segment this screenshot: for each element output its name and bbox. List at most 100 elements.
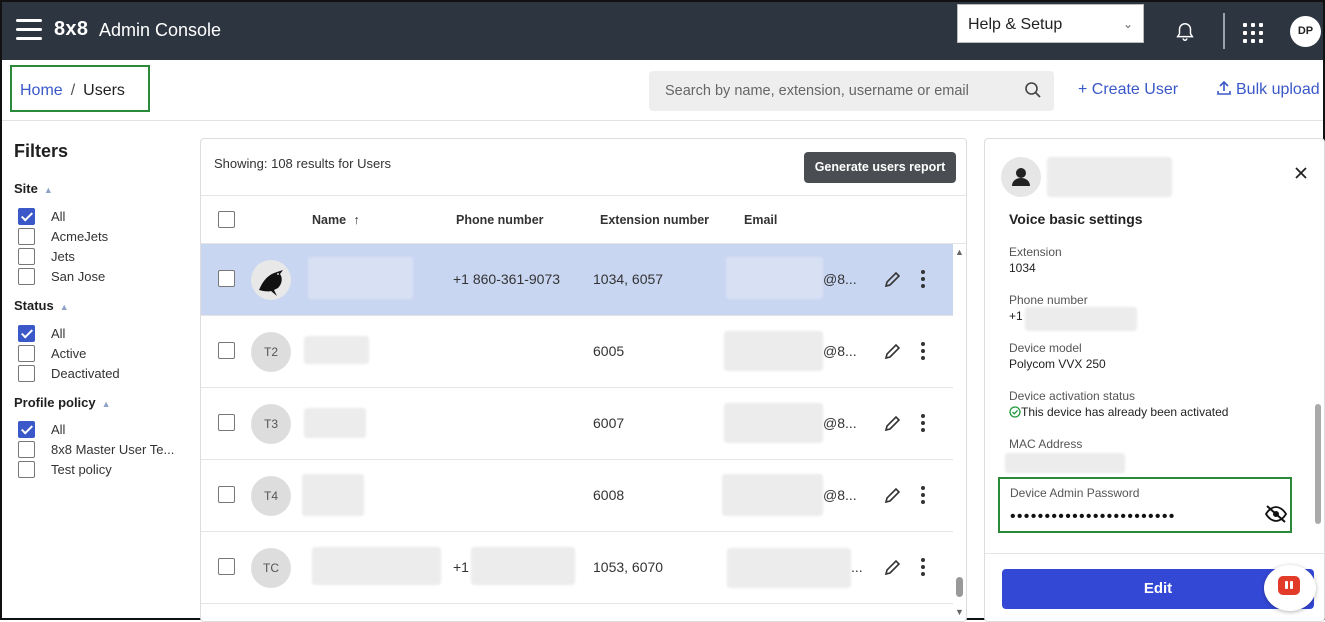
checkbox[interactable]: [18, 421, 35, 438]
filter-group-site[interactable]: Site ▲: [14, 181, 53, 196]
row-checkbox[interactable]: [218, 558, 235, 575]
users-table-card: Showing: 108 results for Users Generate …: [200, 138, 967, 622]
checkbox[interactable]: [18, 441, 35, 458]
edit-pencil-icon[interactable]: [883, 557, 903, 577]
breadcrumb-home-link[interactable]: Home: [20, 82, 63, 99]
more-options-icon[interactable]: [921, 558, 927, 576]
checkbox[interactable]: [18, 325, 35, 342]
blurred-mac-address: [1005, 453, 1125, 473]
chat-widget-icon[interactable]: [1264, 565, 1316, 611]
column-name[interactable]: Name ↑: [312, 213, 360, 227]
collapse-arrow-icon[interactable]: ▲: [60, 302, 69, 312]
filter-label: All: [51, 326, 66, 341]
row-checkbox[interactable]: [218, 270, 235, 287]
filter-label: All: [51, 422, 66, 437]
avatar: TC: [251, 548, 291, 588]
help-setup-dropdown[interactable]: Help & Setup ⌄: [957, 4, 1144, 43]
sort-arrow-icon[interactable]: ↑: [354, 213, 360, 227]
search-placeholder: Search by name, extension, username or e…: [665, 83, 969, 99]
extension-label: Extension: [1009, 245, 1062, 259]
search-icon[interactable]: [1024, 81, 1042, 99]
search-input[interactable]: Search by name, extension, username or e…: [649, 71, 1054, 111]
table-row[interactable]: T3 6007 @8...: [201, 388, 953, 460]
user-avatar[interactable]: DP: [1290, 16, 1321, 47]
column-phone[interactable]: Phone number: [456, 213, 544, 227]
email-suffix: @8...: [823, 271, 857, 287]
edit-pencil-icon[interactable]: [883, 341, 903, 361]
generate-report-button[interactable]: Generate users report: [804, 152, 956, 183]
hamburger-menu-icon[interactable]: [16, 19, 42, 40]
phone-number: +1: [453, 559, 469, 575]
filter-group-profile-policy[interactable]: Profile policy ▲: [14, 395, 111, 410]
more-options-icon[interactable]: [921, 342, 927, 360]
filter-label: San Jose: [51, 269, 106, 284]
activation-label: Device activation status: [1009, 389, 1136, 403]
email-suffix: @8...: [823, 487, 857, 503]
row-checkbox[interactable]: [218, 414, 235, 431]
blurred-name: [308, 257, 413, 299]
more-options-icon[interactable]: [921, 270, 927, 288]
checkbox[interactable]: [18, 345, 35, 362]
table-row[interactable]: TC +1 1053, 6070 ...: [201, 532, 953, 604]
scroll-down-arrow-icon[interactable]: ▼: [955, 607, 964, 617]
more-options-icon[interactable]: [921, 414, 927, 432]
password-value[interactable]: ••••••••••••••••••••••••: [1010, 508, 1176, 526]
blurred-name: [304, 336, 369, 364]
breadcrumb: Home / Users: [10, 65, 150, 112]
filter-label: All: [51, 209, 66, 224]
row-checkbox[interactable]: [218, 342, 235, 359]
extension-number: 1053, 6070: [593, 559, 664, 575]
create-user-button[interactable]: + Create User: [1078, 81, 1178, 99]
more-options-icon[interactable]: [921, 486, 927, 504]
avatar: T2: [251, 332, 291, 372]
email-suffix: @8...: [823, 415, 857, 431]
checkbox[interactable]: [18, 208, 35, 225]
filter-group-status[interactable]: Status ▲: [14, 298, 69, 313]
table-row[interactable]: T2 6005 @8...: [201, 316, 953, 388]
edit-pencil-icon[interactable]: [883, 269, 903, 289]
check-circle-icon: [1009, 406, 1021, 418]
table-row[interactable]: T4 6008 @8...: [201, 460, 953, 532]
bell-icon[interactable]: [1174, 20, 1196, 44]
filter-group-label: Site: [14, 181, 38, 196]
collapse-arrow-icon[interactable]: ▲: [102, 399, 111, 409]
checkbox[interactable]: [18, 268, 35, 285]
table-scrollbar[interactable]: ▲ ▼: [953, 244, 966, 621]
email-suffix: @8...: [823, 343, 857, 359]
edit-pencil-icon[interactable]: [883, 413, 903, 433]
blurred-phone: [471, 547, 575, 585]
scrollbar-thumb[interactable]: [956, 577, 963, 597]
row-checkbox[interactable]: [218, 486, 235, 503]
scrollbar-thumb[interactable]: [1315, 404, 1321, 524]
table-row[interactable]: +1 860-361-9073 1034, 6057 @8...: [201, 244, 953, 316]
blurred-email: [724, 403, 823, 443]
close-icon[interactable]: [1293, 165, 1309, 181]
filter-label: Jets: [51, 249, 75, 264]
divider: [2, 120, 1323, 121]
extension-number: 6005: [593, 343, 625, 359]
device-admin-password-field[interactable]: Device Admin Password ••••••••••••••••••…: [998, 477, 1292, 533]
filter-label: Test policy: [51, 462, 112, 477]
extension-number: 1034, 6057: [593, 271, 664, 287]
user-detail-panel: Voice basic settings Extension 1034 Phon…: [984, 138, 1325, 622]
panel-scrollbar[interactable]: [1313, 214, 1323, 544]
filter-label: Deactivated: [51, 366, 120, 381]
upload-icon: [1217, 80, 1231, 95]
collapse-arrow-icon[interactable]: ▲: [44, 185, 53, 195]
bulk-upload-button[interactable]: Bulk upload: [1216, 80, 1320, 99]
app-grid-icon[interactable]: [1243, 23, 1263, 43]
edit-pencil-icon[interactable]: [883, 485, 903, 505]
checkbox[interactable]: [18, 461, 35, 478]
checkbox[interactable]: [18, 248, 35, 265]
eye-off-icon[interactable]: [1264, 504, 1288, 524]
checkbox[interactable]: [18, 365, 35, 382]
scroll-up-arrow-icon[interactable]: ▲: [955, 247, 964, 257]
blurred-email: [727, 548, 851, 588]
phone-label: Phone number: [1009, 293, 1088, 307]
table-header: Name ↑ Phone number Extension number Ema…: [201, 195, 966, 244]
filters-title: Filters: [14, 141, 69, 161]
column-email[interactable]: Email: [744, 213, 777, 227]
select-all-checkbox[interactable]: [218, 211, 235, 228]
column-extension[interactable]: Extension number: [600, 213, 709, 227]
checkbox[interactable]: [18, 228, 35, 245]
